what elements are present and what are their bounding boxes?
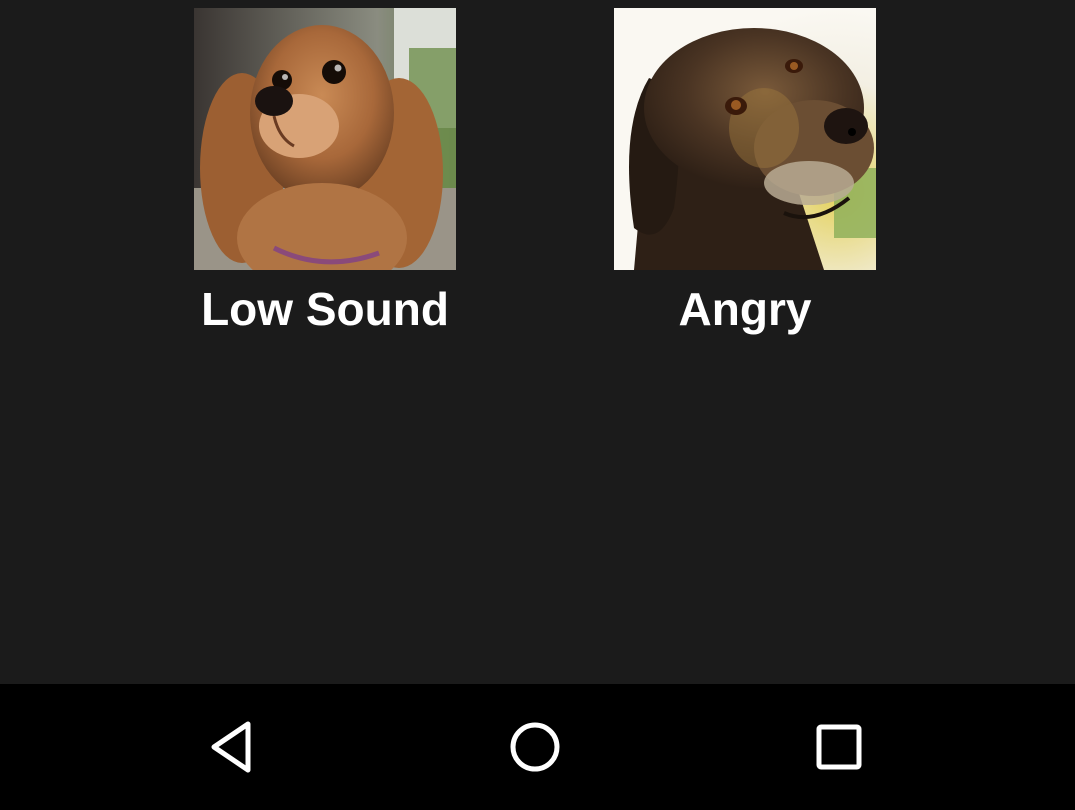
- cavalier-spaniel-photo[interactable]: [194, 8, 456, 270]
- back-triangle-icon: [211, 721, 251, 773]
- sound-tile-angry[interactable]: Angry: [614, 8, 876, 332]
- back-button[interactable]: [200, 714, 266, 780]
- home-button[interactable]: [502, 714, 568, 780]
- sound-tile-low-sound[interactable]: Low Sound: [194, 8, 456, 332]
- sound-label: Angry: [678, 283, 812, 335]
- app-screen: Low Sound Angry: [0, 0, 1075, 810]
- recents-square-icon: [816, 724, 862, 770]
- system-navigation-bar: [0, 684, 1075, 810]
- labrador-photo[interactable]: [614, 8, 876, 270]
- recents-button[interactable]: [806, 714, 872, 780]
- home-circle-icon: [510, 722, 560, 772]
- sound-label: Low Sound: [201, 283, 449, 335]
- sound-grid: Low Sound Angry: [0, 0, 1075, 684]
